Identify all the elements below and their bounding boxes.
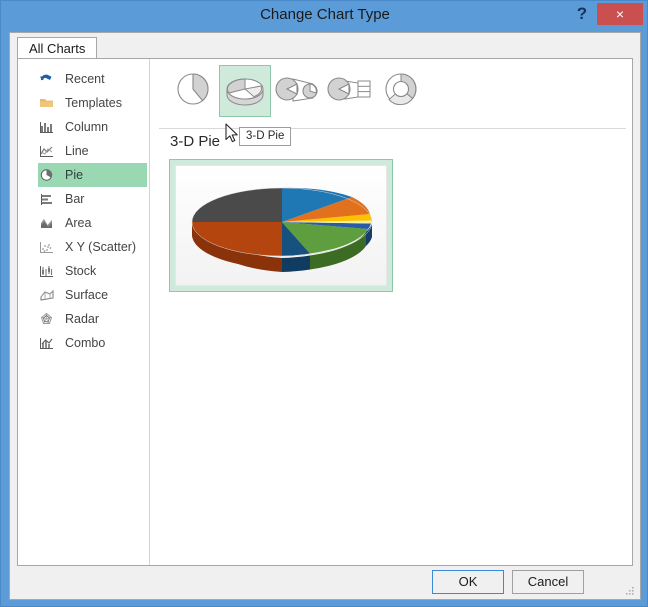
sidebar-label-radar: Radar xyxy=(65,312,100,326)
scatter-chart-icon xyxy=(38,239,56,255)
sidebar-label-combo: Combo xyxy=(65,336,106,350)
chart-type-tooltip: 3-D Pie xyxy=(239,127,292,146)
sidebar-item-combo[interactable]: Combo xyxy=(38,331,147,355)
help-button[interactable]: ? xyxy=(571,3,593,25)
close-button[interactable]: × xyxy=(597,3,643,25)
resize-grip[interactable] xyxy=(624,584,636,596)
area-chart-icon xyxy=(38,215,56,231)
doughnut-type-button[interactable] xyxy=(375,65,427,117)
sidebar-label-stock: Stock xyxy=(65,264,97,278)
change-chart-type-dialog: Change Chart Type ? × All Charts Recent … xyxy=(0,0,648,607)
mouse-cursor-icon xyxy=(225,123,241,150)
dialog-title: Change Chart Type xyxy=(260,6,390,23)
pie-3d-type-button[interactable] xyxy=(219,65,271,117)
pie-of-pie-type-icon xyxy=(273,71,321,112)
sidebar-item-templates[interactable]: Templates xyxy=(38,91,147,115)
sidebar-label-recent: Recent xyxy=(65,72,105,86)
combo-chart-icon xyxy=(38,335,56,351)
cancel-button[interactable]: Cancel xyxy=(512,570,584,594)
radar-chart-icon xyxy=(38,311,56,327)
recent-icon xyxy=(38,71,56,87)
sidebar-label-area: Area xyxy=(65,216,92,230)
sidebar-item-line[interactable]: Line xyxy=(38,139,147,163)
sidebar-label-scatter: X Y (Scatter) xyxy=(65,240,137,254)
dialog-body: All Charts Recent Templates Column Line … xyxy=(9,32,641,600)
sidebar-item-column[interactable]: Column xyxy=(38,115,147,139)
sidebar-item-scatter[interactable]: X Y (Scatter) xyxy=(38,235,147,259)
sidebar-item-surface[interactable]: Surface xyxy=(38,283,147,307)
pie-of-pie-type-button[interactable] xyxy=(271,65,323,117)
tab-all-charts[interactable]: All Charts xyxy=(17,37,98,59)
sidebar-item-pie[interactable]: Pie xyxy=(38,163,147,187)
pie-3d-type-icon xyxy=(224,71,266,112)
sidebar-label-templates: Templates xyxy=(65,96,122,110)
bar-chart-icon xyxy=(38,191,56,207)
sidebar-label-column: Column xyxy=(65,120,109,134)
stock-chart-icon xyxy=(38,263,56,279)
sidebar-item-radar[interactable]: Radar xyxy=(38,307,147,331)
content-area: 3-D Pie 3-D Pie Sales by Group xyxy=(151,59,632,565)
chart-preview-thumbnail[interactable]: Sales by Group xyxy=(169,159,393,292)
pie-type-icon xyxy=(173,69,213,114)
pie-3d-chart-graphic xyxy=(176,166,386,285)
pie-type-button[interactable] xyxy=(167,65,219,117)
sidebar-label-line: Line xyxy=(65,144,89,158)
main-panel: Recent Templates Column Line Pie Bar Are… xyxy=(17,58,633,566)
chart-preview-canvas: Sales by Group xyxy=(175,165,387,286)
templates-folder-icon xyxy=(38,95,56,111)
sidebar-label-surface: Surface xyxy=(65,288,109,302)
sidebar-item-stock[interactable]: Stock xyxy=(38,259,147,283)
ok-button[interactable]: OK xyxy=(432,570,504,594)
chart-subtype-row: 3-D Pie xyxy=(159,65,629,146)
category-sidebar: Recent Templates Column Line Pie Bar Are… xyxy=(18,59,150,565)
title-bar[interactable]: Change Chart Type ? × xyxy=(1,1,648,31)
sidebar-label-pie: Pie xyxy=(65,168,84,182)
bar-of-pie-type-icon xyxy=(325,71,373,112)
sidebar-label-bar: Bar xyxy=(65,192,85,206)
subtype-heading: 3-D Pie xyxy=(170,133,221,150)
dialog-footer: OK Cancel xyxy=(10,565,640,599)
sidebar-item-recent[interactable]: Recent xyxy=(38,67,147,91)
line-chart-icon xyxy=(38,143,56,159)
surface-chart-icon xyxy=(38,287,56,303)
doughnut-type-icon xyxy=(381,69,421,114)
bar-of-pie-type-button[interactable] xyxy=(323,65,375,117)
pie-chart-icon xyxy=(38,167,56,183)
sidebar-item-area[interactable]: Area xyxy=(38,211,147,235)
tab-strip: All Charts xyxy=(10,33,640,59)
column-chart-icon xyxy=(38,119,56,135)
sidebar-item-bar[interactable]: Bar xyxy=(38,187,147,211)
